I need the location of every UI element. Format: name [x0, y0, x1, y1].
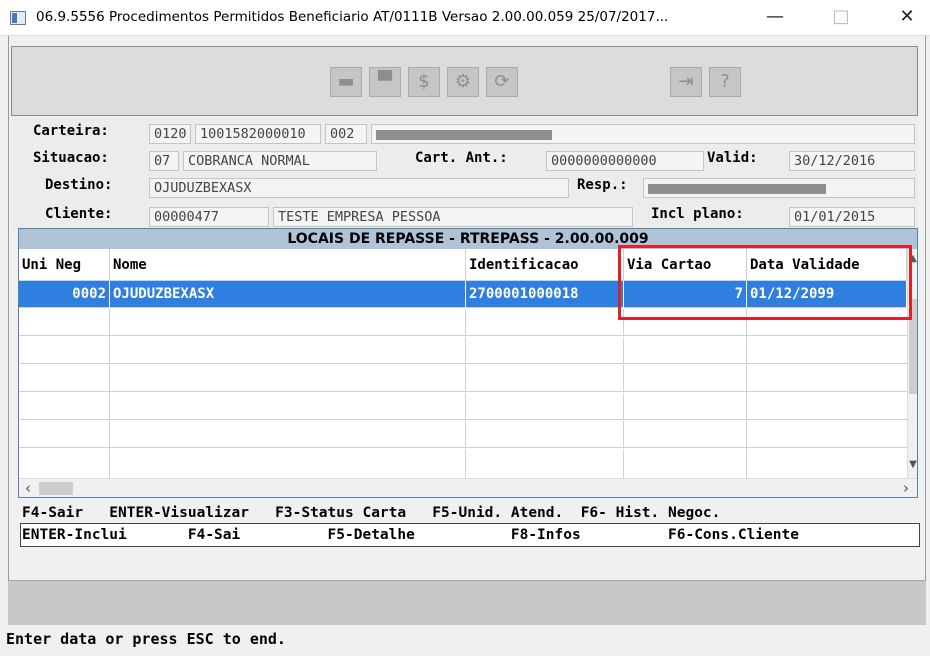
destino-label: Destino: — [45, 177, 113, 193]
beneficiary-name-field[interactable] — [371, 124, 915, 144]
empty-row[interactable] — [19, 365, 907, 392]
column-header-uni-neg[interactable]: Uni Neg — [19, 249, 110, 281]
maximize-button: □ — [832, 6, 850, 27]
money-icon[interactable]: $ — [408, 67, 440, 97]
toolbar: ▬ ▀ $ ⚙ ⟳ ⇥ ? — [11, 46, 918, 116]
scroll-down-arrow-icon[interactable]: ▼ — [908, 457, 918, 473]
carteira-numero-field[interactable]: 1001582000010 — [195, 124, 321, 144]
carteira-label: Carteira: — [33, 123, 109, 139]
scroll-right-arrow-icon[interactable]: › — [897, 479, 915, 498]
title-bar: 06.9.5556 Procedimentos Permitidos Benef… — [0, 0, 930, 36]
help-icon[interactable]: ? — [709, 67, 741, 97]
resp-label: Resp.: — [577, 177, 628, 193]
incl-plano-label: Incl plano: — [651, 206, 744, 222]
cell-identificacao: 2700001000018 — [466, 281, 624, 308]
briefcase-icon[interactable]: ▬ — [330, 67, 362, 97]
incl-plano-field[interactable]: 01/01/2015 — [789, 207, 915, 227]
carteira-digito-field[interactable]: 002 — [325, 124, 367, 144]
beneficiary-form: Carteira: 0120 1001582000010 002 Situaca… — [11, 118, 918, 230]
highlight-annotation — [618, 245, 912, 320]
empty-row[interactable] — [19, 337, 907, 364]
situacao-label: Situacao: — [33, 150, 109, 166]
cart-ant-field[interactable]: 0000000000000 — [546, 151, 704, 171]
minimize-button[interactable]: — — [752, 0, 798, 36]
refresh-icon[interactable]: ⟳ — [486, 67, 518, 97]
redacted-name — [376, 130, 552, 140]
status-line: Enter data or press ESC to end. — [6, 630, 286, 648]
situacao-codigo-field[interactable]: 07 — [149, 151, 179, 171]
cliente-codigo-field[interactable]: 00000477 — [149, 207, 269, 227]
scroll-left-arrow-icon[interactable]: ‹ — [19, 479, 37, 498]
tools-icon[interactable]: ⚙ — [447, 67, 479, 97]
resp-field[interactable] — [643, 178, 915, 198]
valid-field[interactable]: 30/12/2016 — [789, 151, 915, 171]
main-function-keys: ENTER-Inclui F4-Sai F5-Detalhe F8-Infos … — [20, 523, 920, 547]
horizontal-scroll-thumb[interactable] — [39, 482, 73, 495]
cliente-nome-field: TESTE EMPRESA PESSOA — [273, 207, 633, 227]
empty-row[interactable] — [19, 421, 907, 448]
destino-field[interactable]: OJUDUZBEXASX — [149, 178, 569, 198]
empty-row[interactable] — [19, 393, 907, 420]
cart-ant-label: Cart. Ant.: — [415, 150, 508, 166]
column-header-nome[interactable]: Nome — [110, 249, 466, 281]
column-header-identificacao[interactable]: Identificacao — [466, 249, 624, 281]
close-button[interactable]: ✕ — [884, 0, 930, 36]
cell-nome: OJUDUZBEXASX — [110, 281, 466, 308]
message-area — [8, 580, 926, 625]
person-card-icon[interactable]: ▀ — [369, 67, 401, 97]
window-title: 06.9.5556 Procedimentos Permitidos Benef… — [36, 9, 669, 25]
redacted-resp — [648, 184, 826, 194]
situacao-descricao-field: COBRANCA NORMAL — [183, 151, 377, 171]
app-icon — [10, 11, 26, 25]
empty-row[interactable] — [19, 449, 907, 478]
cliente-label: Cliente: — [45, 206, 113, 222]
exit-door-icon[interactable]: ⇥ — [670, 67, 702, 97]
carteira-unidade-field[interactable]: 0120 — [149, 124, 191, 144]
cell-uni-neg: 0002 — [19, 281, 110, 308]
horizontal-scrollbar[interactable]: ‹ › — [19, 478, 917, 497]
valid-label: Valid: — [707, 150, 758, 166]
dialog-function-keys: F4-Sair ENTER-Visualizar F3-Status Carta… — [22, 505, 721, 521]
